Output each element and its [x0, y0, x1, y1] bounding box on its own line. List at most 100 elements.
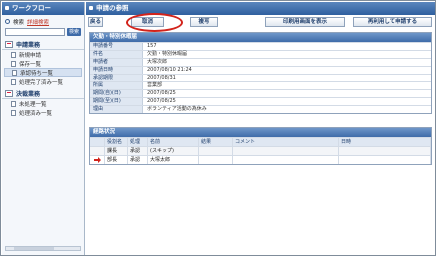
print-view-button[interactable]: 印刷用画面を表示	[265, 17, 345, 27]
copy-button[interactable]: 複写	[190, 17, 218, 27]
section-approvals-title: 決裁業務	[16, 91, 41, 98]
comment-cell	[233, 147, 339, 155]
sidebar-title: ワークフロー	[2, 2, 84, 15]
column-header: 名前	[148, 138, 199, 146]
document-icon	[11, 109, 16, 116]
field-row: 期間(自)(日) 2007/08/25	[90, 89, 431, 98]
bullet-icon	[5, 6, 9, 10]
field-value: 営業部	[147, 82, 163, 89]
document-icon	[11, 60, 16, 67]
search-button[interactable]: 検索	[66, 27, 81, 36]
column-header: コメント	[233, 138, 339, 146]
sidebar-scrollbar[interactable]	[5, 246, 81, 251]
field-row: 申請番号 157	[90, 42, 431, 50]
page-title: 申請の参照	[86, 2, 435, 15]
name-cell: (スキップ)	[148, 147, 199, 155]
highlight-circle	[126, 13, 183, 32]
field-label: 理由	[90, 106, 143, 114]
document-icon	[12, 69, 17, 76]
field-value: 2007/08/25	[147, 98, 176, 105]
row-marker	[90, 156, 105, 164]
reuse-apply-button[interactable]: 再利用して申請する	[353, 17, 432, 27]
column-header	[90, 138, 105, 146]
field-value: 欠勤・特別休暇届	[147, 50, 188, 57]
sidebar-item-pending-approval[interactable]: 承認待ち一覧	[4, 68, 82, 77]
request-form-title: 欠勤・特別休暇届	[90, 33, 431, 42]
bullet-icon	[89, 6, 93, 10]
date-cell	[339, 147, 431, 155]
request-detail-panel: 欠勤・特別休暇届 申請番号 157 件名 欠勤・特別休暇届 申請者 大塚次郎 申…	[89, 32, 432, 114]
result-cell	[199, 147, 233, 155]
search-icon	[5, 19, 10, 24]
field-row: 承認期限 2007/08/31	[90, 73, 431, 82]
field-value: ボランティア活動の為休み	[147, 106, 207, 113]
field-value: 大塚次郎	[147, 58, 168, 65]
approval-folder-icon	[5, 90, 13, 97]
row-marker	[90, 147, 105, 155]
column-header: 役割名	[105, 138, 128, 146]
date-cell	[339, 156, 431, 164]
field-row: 件名 欠勤・特別休暇届	[90, 49, 431, 58]
search-input-row: 検索	[2, 26, 84, 37]
sidebar-item-label: 新規申請	[19, 52, 42, 59]
document-icon	[11, 78, 16, 85]
request-folder-icon	[5, 41, 13, 48]
field-row: 所属 営業部	[90, 81, 431, 90]
table-row: 課長 承認 (スキップ)	[90, 146, 431, 155]
field-label: 申請日時	[90, 66, 143, 74]
table-row: 部長 承認 大塚太郎	[90, 155, 431, 164]
sidebar-item-new-request[interactable]: 新規申請	[2, 50, 84, 59]
field-label: 件名	[90, 50, 143, 58]
sidebar-item-unprocessed[interactable]: 未処理一覧	[2, 99, 84, 108]
sidebar-item-label: 保存一覧	[19, 61, 42, 68]
column-header: 結果	[199, 138, 233, 146]
role-cell: 部長	[105, 156, 128, 164]
column-header: 処理	[128, 138, 148, 146]
current-step-arrow-icon	[94, 157, 101, 163]
role-cell: 課長	[105, 147, 128, 155]
page-title-text: 申請の参照	[96, 4, 129, 12]
field-value: 2007/08/10 21:24	[147, 66, 192, 73]
route-table-header: 役割名 処理 名前 結果 コメント 日時	[90, 137, 431, 146]
field-label: 所属	[90, 82, 143, 90]
field-value: 2007/08/25	[147, 90, 176, 97]
search-row: 検索 詳細検索	[2, 15, 84, 26]
sidebar-title-text: ワークフロー	[12, 4, 51, 12]
document-icon	[11, 51, 16, 58]
sidebar-item-label: 処理済み一覧	[19, 110, 53, 117]
scrollbar-thumb[interactable]	[14, 247, 54, 250]
app-window: ワークフロー 検索 詳細検索 検索 申請業務 新規申請 保存一覧 承認待ち一覧	[0, 0, 436, 256]
main-content: 申請の参照 戻る 取消 複写 印刷用画面を表示 再利用して申請する 欠勤・特別休…	[86, 2, 435, 255]
search-label: 検索	[13, 19, 25, 26]
section-approvals[interactable]: 決裁業務	[2, 89, 84, 99]
sidebar-item-completed[interactable]: 処理完了済み一覧	[2, 77, 84, 86]
field-row: 申請日時 2007/08/10 21:24	[90, 65, 431, 74]
sidebar-item-processed[interactable]: 処理済み一覧	[2, 108, 84, 117]
name-cell: 大塚太郎	[148, 156, 199, 164]
field-label: 申請者	[90, 58, 143, 66]
field-row: 期間(至)(日) 2007/08/25	[90, 97, 431, 106]
sidebar-item-saved[interactable]: 保存一覧	[2, 59, 84, 68]
field-label: 期間(至)(日)	[90, 98, 143, 106]
section-requests[interactable]: 申請業務	[2, 40, 84, 50]
document-icon	[11, 100, 16, 107]
back-button[interactable]: 戻る	[88, 17, 103, 27]
route-status-title: 経路状況	[90, 128, 431, 137]
field-row: 理由 ボランティア活動の為休み	[90, 105, 431, 114]
field-label: 承認期限	[90, 74, 143, 82]
action-cell: 承認	[128, 156, 148, 164]
result-cell	[199, 156, 233, 164]
column-header: 日時	[339, 138, 431, 146]
sidebar-item-label: 承認待ち一覧	[20, 70, 54, 77]
sidebar: ワークフロー 検索 詳細検索 検索 申請業務 新規申請 保存一覧 承認待ち一覧	[2, 2, 85, 255]
sidebar-item-label: 未処理一覧	[19, 101, 47, 108]
route-status-panel: 経路状況 役割名 処理 名前 結果 コメント 日時 課長 承認 (スキップ) 部…	[89, 127, 432, 165]
field-label: 期間(自)(日)	[90, 90, 143, 98]
field-value: 157	[147, 43, 157, 49]
section-requests-title: 申請業務	[16, 42, 41, 49]
sidebar-item-label: 処理完了済み一覧	[19, 79, 64, 86]
field-row: 申請者 大塚次郎	[90, 57, 431, 66]
search-input[interactable]	[5, 27, 65, 36]
field-label: 申請番号	[90, 43, 143, 50]
advanced-search-link[interactable]: 詳細検索	[27, 18, 49, 26]
